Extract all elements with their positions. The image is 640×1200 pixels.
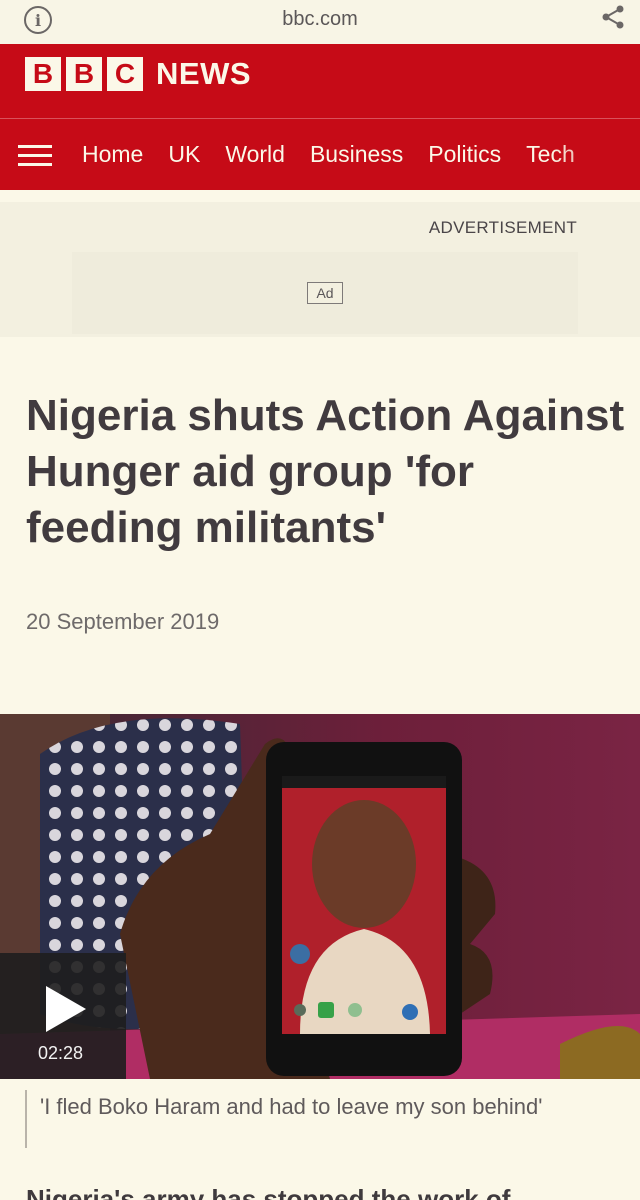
nav-item-business[interactable]: Business <box>310 141 403 168</box>
video-duration: 02:28 <box>38 1043 84 1063</box>
bbc-news-logo[interactable]: B B C NEWS <box>25 56 251 92</box>
info-icon[interactable]: i <box>24 6 52 34</box>
share-icon[interactable] <box>600 4 626 30</box>
nav-item-home[interactable]: Home <box>82 141 143 168</box>
nav-items: Home UK World Business Politics Tech <box>82 141 600 168</box>
logo-letter-b2: B <box>66 57 102 91</box>
advertisement-zone: ADVERTISEMENT <box>0 202 640 337</box>
advertisement-label: ADVERTISEMENT <box>428 218 577 237</box>
article-body-start: Nigeria's army has stopped the work of <box>26 1186 626 1200</box>
hamburger-icon[interactable] <box>18 145 53 167</box>
logo-letter-b1: B <box>25 57 61 91</box>
nav-item-world[interactable]: World <box>225 141 285 168</box>
video-caption: 'I fled Boko Haram and had to leave my s… <box>40 1094 543 1119</box>
play-icon[interactable] <box>46 986 86 1032</box>
site-header: B B C NEWS <box>0 44 640 119</box>
nav-item-politics[interactable]: Politics <box>428 141 501 168</box>
logo-letter-c: C <box>107 57 143 91</box>
url-text[interactable]: bbc.com <box>282 8 358 31</box>
logo-word-news: NEWS <box>156 56 251 91</box>
nav-scroll-fade <box>550 119 640 190</box>
caption-rule <box>25 1090 27 1148</box>
ad-badge: Ad <box>307 282 343 304</box>
article-body-text: Nigeria's army has stopped the work of <box>26 1186 626 1200</box>
article-headline: Nigeria shuts Action Against Hunger aid … <box>26 391 625 552</box>
browser-url-bar[interactable]: i bbc.com <box>0 0 640 44</box>
article-date: 20 September 2019 <box>26 609 220 634</box>
main-nav: Home UK World Business Politics Tech <box>0 119 640 190</box>
nav-item-uk[interactable]: UK <box>168 141 200 168</box>
